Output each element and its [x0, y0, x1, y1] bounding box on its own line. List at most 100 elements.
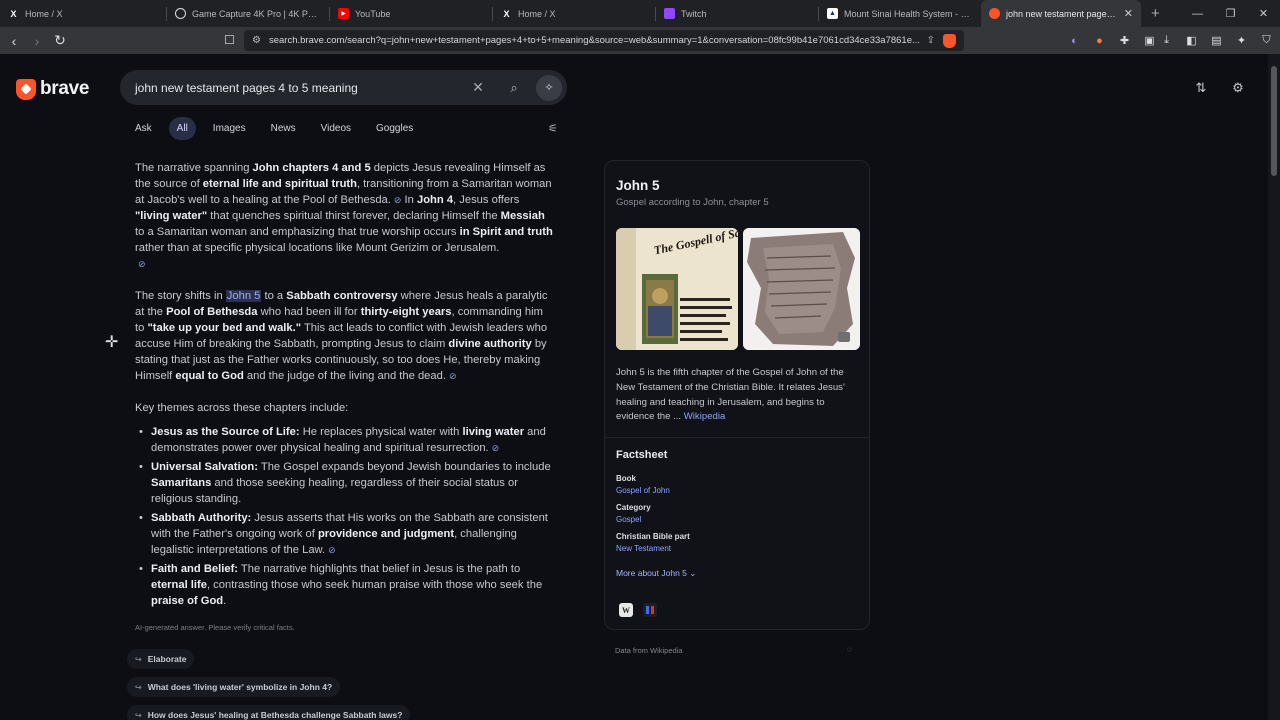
tab-label: Twitch [681, 8, 707, 19]
bold-text: divine authority [448, 338, 532, 350]
text: The Gospel expands beyond Jewish boundar… [257, 461, 551, 473]
fact-value-link[interactable]: Gospel [616, 515, 641, 524]
close-window-icon[interactable]: ✕ [1247, 0, 1280, 27]
fact-key: Christian Bible part [616, 532, 690, 541]
browser-tab[interactable]: ▲ Mount Sinai Health System - New Yo [819, 0, 981, 27]
close-tab-icon[interactable]: ✕ [1118, 7, 1133, 20]
gear-icon[interactable]: ⚙ [1229, 79, 1247, 97]
tab-news[interactable]: News [263, 117, 304, 140]
bold-text: Universal Salvation: [151, 461, 258, 473]
new-tab-button[interactable]: + [1151, 5, 1160, 22]
vpn-icon[interactable]: ⛉ [1258, 32, 1275, 49]
filter-icon[interactable]: ⚟ [548, 122, 558, 135]
followup-elaborate[interactable]: ↪ Elaborate [127, 649, 195, 669]
more-label: More about John 5 [616, 568, 687, 578]
youtube-icon: ▶ [338, 8, 349, 19]
brave-lion-icon [16, 78, 36, 100]
bold-text: Sabbath Authority: [151, 512, 252, 524]
bold-text: Jesus as the Source of Life: [151, 426, 300, 438]
fact-value-link[interactable]: New Testament [616, 544, 671, 553]
back-icon[interactable]: ‹ [4, 31, 24, 51]
ai-answer: The narrative spanning John chapters 4 a… [135, 160, 555, 612]
leo-icon[interactable]: ✦ [1233, 32, 1250, 49]
manuscript-image[interactable]: The Gospell of Sancte Jhon. The fyrst Ch… [616, 228, 738, 350]
description-text: John 5 is the fifth chapter of the Gospe… [616, 367, 845, 423]
source-link-icon[interactable]: ⊘ [449, 371, 457, 381]
text: who had been ill for [257, 306, 361, 318]
address-bar[interactable]: ⚙ search.brave.com/search?q=john+new+tes… [244, 30, 964, 51]
source-link-icon[interactable]: ⊘ [138, 259, 146, 269]
scrollbar-thumb[interactable] [1271, 66, 1277, 176]
fact-value-link[interactable]: Gospel of John [616, 486, 670, 495]
browser-tab[interactable]: X Home / X [0, 0, 166, 27]
text: The story shifts in [135, 290, 226, 302]
share-icon[interactable]: ⇪ [927, 35, 935, 46]
list-item: Sabbath Authority: Jesus asserts that Hi… [139, 510, 555, 558]
papyrus-image[interactable] [743, 228, 860, 350]
source-icon[interactable] [643, 603, 657, 617]
search-input[interactable]: john new testament pages 4 to 5 meaning [135, 81, 466, 95]
ai-answer-icon[interactable]: ✧ [536, 74, 562, 101]
logo-text: brave [40, 78, 90, 99]
brave-logo[interactable]: brave [16, 78, 90, 100]
bookmark-icon[interactable]: ☐ [224, 33, 235, 47]
browser-tab[interactable]: X Home / X [493, 0, 655, 27]
bold-text: "living water" [135, 210, 208, 222]
gallery-icon[interactable] [838, 332, 850, 342]
extension-icon[interactable]: ● [1091, 32, 1108, 49]
answer-paragraph: The story shifts in John 5 to a Sabbath … [135, 288, 555, 384]
puzzle-icon[interactable]: ✚ [1116, 32, 1133, 49]
source-link-icon[interactable]: ⊘ [328, 545, 336, 555]
wallet-icon[interactable]: ▤ [1208, 32, 1225, 49]
reload-icon[interactable]: ↻ [50, 31, 70, 51]
bold-text: eternal life [151, 579, 207, 591]
divider [605, 437, 869, 438]
sidebar-icon[interactable]: ◧ [1183, 32, 1200, 49]
browser-tab[interactable]: ▶ YouTube [330, 0, 492, 27]
list-item: Universal Salvation: The Gospel expands … [139, 459, 555, 507]
panel-title[interactable]: John 5 [616, 178, 660, 193]
tab-ask[interactable]: Ask [127, 117, 160, 140]
source-link-icon[interactable]: ⊘ [492, 443, 500, 453]
bold-text: providence and judgment [317, 528, 455, 540]
chevron-down-icon: ⌄ [689, 568, 697, 578]
brave-shields-icon[interactable] [943, 33, 956, 48]
tab-goggles[interactable]: Goggles [368, 117, 421, 140]
browser-tab[interactable]: Twitch [656, 0, 818, 27]
page-scrollbar[interactable] [1268, 54, 1280, 720]
text: The narrative spanning [135, 162, 253, 174]
clear-search-icon[interactable]: ✕ [466, 79, 490, 96]
search-bar[interactable]: john new testament pages 4 to 5 meaning … [120, 70, 567, 105]
followup-question[interactable]: ↪ How does Jesus' healing at Bethesda ch… [127, 705, 411, 720]
search-icon[interactable]: ⌕ [504, 80, 524, 96]
followup-question[interactable]: ↪ What does 'living water' symbolize in … [127, 677, 341, 697]
followup-arrow-icon: ↪ [135, 710, 142, 720]
forward-icon[interactable]: › [27, 31, 47, 51]
more-about-button[interactable]: More about John 5 ⌄ [616, 568, 696, 579]
restore-icon[interactable]: ❐ [1214, 0, 1247, 27]
site-info-icon[interactable]: ⚙ [252, 35, 261, 46]
bold-text: Pool of Bethesda [166, 306, 258, 318]
feedback-icon[interactable]: ◌ [847, 645, 852, 654]
browser-tab-active[interactable]: john new testament pages 4 to ✕ [981, 0, 1141, 27]
tab-videos[interactable]: Videos [313, 117, 359, 140]
extension-icon[interactable]: ◐ [1066, 32, 1083, 49]
themes-list: Jesus as the Source of Life: He replaces… [139, 424, 555, 609]
wikipedia-source-icon[interactable]: W [619, 603, 633, 617]
bold-text: Sabbath controversy [286, 290, 398, 302]
download-icon[interactable]: ⤓ [1158, 32, 1175, 49]
list-item: Jesus as the Source of Life: He replaces… [139, 424, 555, 456]
tab-images[interactable]: Images [205, 117, 254, 140]
minimize-icon[interactable]: — [1181, 0, 1214, 27]
sort-icon[interactable]: ⇅ [1192, 79, 1210, 97]
text: . [223, 595, 227, 607]
reader-icon[interactable]: ▣ [1141, 32, 1158, 49]
url-text[interactable]: search.brave.com/search?q=john+new+testa… [269, 35, 921, 46]
browser-tab[interactable]: Game Capture 4K Pro | 4K PCIe Captu [167, 0, 329, 27]
text: to a Samaritan woman and emphasizing tha… [135, 226, 460, 238]
followup-arrow-icon: ↪ [135, 682, 142, 692]
top-right-actions: ⇅ [1192, 79, 1210, 97]
tab-all[interactable]: All [168, 117, 196, 140]
wikipedia-link[interactable]: Wikipedia [684, 411, 726, 422]
bold-text: praise of God [151, 595, 224, 607]
